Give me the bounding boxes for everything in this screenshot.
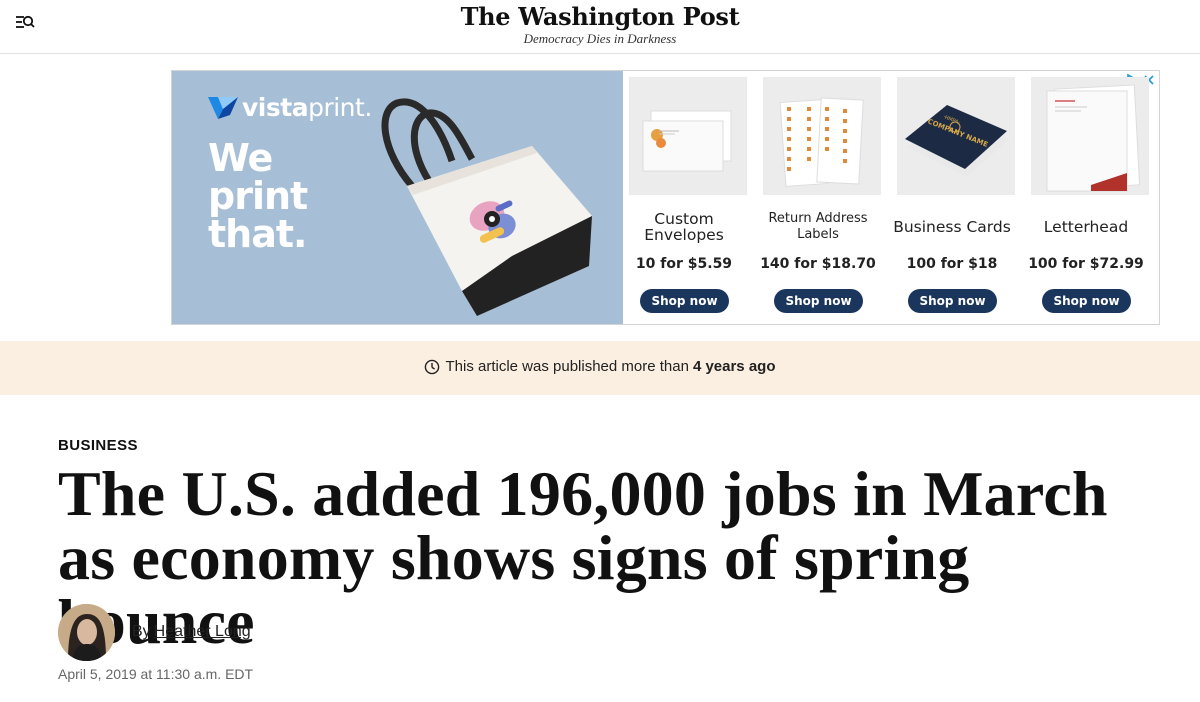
ad-headline-line: that. [208,212,307,256]
ad-product-price: 100 for $72.99 [1028,256,1144,272]
author-avatar[interactable] [58,603,115,661]
ad-product-price: 10 for $5.59 [635,256,733,272]
publish-timestamp: April 5, 2019 at 11:30 a.m. EDT [58,666,254,682]
vistaprint-logo: vistaprint. [208,93,372,122]
tote-bag-image [381,98,592,316]
archive-notice-age: 4 years ago [692,358,776,375]
ad-products: Custom Envelopes 10 for $5.59 Shop now R… [623,71,1159,324]
archive-notice-text: This article was published more than [445,358,689,375]
section-kicker[interactable]: BUSINESS [58,437,138,454]
clock-icon [424,359,440,375]
address-labels-image [763,77,881,195]
business-cards-image: COMPANY NAME ·HMPA· [897,77,1015,195]
byline: By Heather Long [58,603,251,661]
site-tagline: Democracy Dies in Darkness [523,31,677,46]
ad-product-price: 140 for $18.70 [760,256,876,272]
ad-product-title: Return Address Labels [768,211,868,242]
vistaprint-mark-icon [208,96,238,119]
ad-hero[interactable]: vistaprint. We print that. [172,71,623,324]
advertisement[interactable]: vistaprint. We print that. Custom Envelo… [171,70,1160,325]
ad-headline-line: We [208,136,273,180]
archive-banner: This article was published more than 4 y… [0,341,1200,395]
ad-product-title: Custom Envelopes [644,210,724,244]
envelope-image [629,77,747,195]
byline-text: By Heather Long [132,623,251,641]
ad-product[interactable]: COMPANY NAME ·HMPA· Business Cards 100 f… [891,71,1015,324]
archive-notice: This article was published more than 4 y… [0,358,1200,375]
ad-product[interactable]: Custom Envelopes 10 for $5.59 Shop now [623,71,747,324]
ad-product[interactable]: Return Address Labels 140 for $18.70 Sho… [757,71,881,324]
brand: The Washington Post Democracy Dies in Da… [0,2,1200,46]
site-logo[interactable]: The Washington Post [0,2,1200,32]
shop-now-button[interactable]: Shop now [908,289,997,313]
letterhead-image [1031,77,1149,195]
shop-now-button[interactable]: Shop now [1042,289,1131,313]
ad-product-title: Business Cards [893,218,1011,236]
ad-headline: We print that. [208,139,388,253]
byline-prefix: By [132,623,151,640]
ad-product[interactable]: Letterhead 100 for $72.99 Shop now [1025,71,1149,324]
site-header: The Washington Post Democracy Dies in Da… [0,0,1200,54]
shop-now-button[interactable]: Shop now [774,289,863,313]
author-link[interactable]: Heather Long [154,623,251,640]
ad-product-price: 100 for $18 [906,256,998,272]
ad-headline-line: print [208,174,308,218]
vistaprint-prefix: vista [242,93,309,122]
vistaprint-suffix: print [308,93,365,122]
shop-now-button[interactable]: Shop now [640,289,729,313]
ad-product-title: Letterhead [1043,218,1129,236]
